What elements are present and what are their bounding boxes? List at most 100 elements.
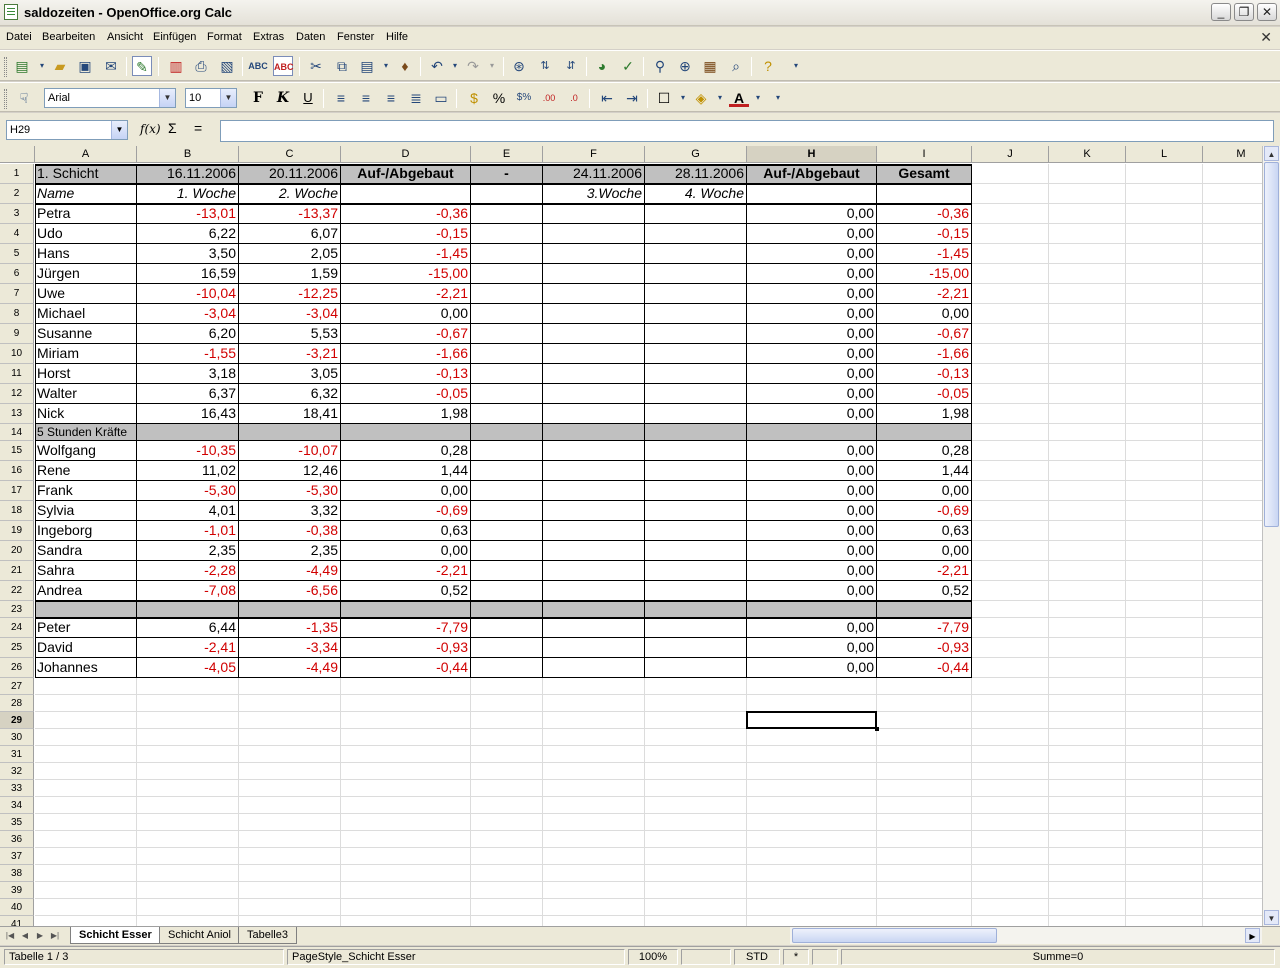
row-header-24[interactable]: 24 <box>0 618 34 638</box>
week2-cell[interactable]: -12,25 <box>239 284 340 303</box>
column-header-e[interactable]: E <box>471 146 543 163</box>
total-cell[interactable]: -0,36 <box>877 204 971 223</box>
subheader-cell[interactable]: 3.Woche <box>543 184 644 203</box>
redo-dropdown-icon[interactable]: ▾ <box>482 56 502 76</box>
week1-cell[interactable]: 6,20 <box>137 324 238 343</box>
balance2-cell[interactable]: 0,00 <box>747 384 876 403</box>
column-header-l[interactable]: L <box>1126 146 1203 163</box>
name-box[interactable]: H29 ▼ <box>6 120 128 140</box>
week1-cell[interactable]: -13,01 <box>137 204 238 223</box>
menu-extras[interactable]: Extras <box>253 31 284 43</box>
balance-cell[interactable]: 0,63 <box>341 521 470 540</box>
column-header-f[interactable]: F <box>543 146 645 163</box>
balance2-cell[interactable]: 0,00 <box>747 264 876 283</box>
close-button[interactable]: ✕ <box>1257 3 1277 21</box>
row-header-33[interactable]: 33 <box>0 780 34 797</box>
total-cell[interactable]: -15,00 <box>877 264 971 283</box>
name-cell[interactable]: Sahra <box>35 561 136 580</box>
chevron-down-icon[interactable]: ▼ <box>111 121 127 139</box>
balance-cell[interactable]: -1,66 <box>341 344 470 363</box>
name-cell[interactable]: Johannes <box>35 658 136 677</box>
week2-cell[interactable]: -5,30 <box>239 481 340 500</box>
balance-cell[interactable]: 1,44 <box>341 461 470 480</box>
row-header-23[interactable]: 23 <box>0 601 34 618</box>
new-dropdown-icon[interactable]: ▾ <box>32 56 52 76</box>
row-header-14[interactable]: 14 <box>0 424 34 441</box>
week1-cell[interactable]: 11,02 <box>137 461 238 480</box>
row-header-30[interactable]: 30 <box>0 729 34 746</box>
vertical-scrollbar[interactable]: ▲ ▼ <box>1262 146 1280 926</box>
menu-daten[interactable]: Daten <box>296 31 325 43</box>
column-header-i[interactable]: I <box>877 146 972 163</box>
balance-cell[interactable]: 0,52 <box>341 581 470 600</box>
total-cell[interactable]: -0,15 <box>877 224 971 243</box>
row-header-27[interactable]: 27 <box>0 678 34 695</box>
week1-cell[interactable]: 3,18 <box>137 364 238 383</box>
align-center-icon[interactable]: ≡ <box>356 88 376 108</box>
menu-einfuegen[interactable]: Einfügen <box>153 31 196 43</box>
merge-cells-icon[interactable]: ▭ <box>431 88 451 108</box>
subheader-cell[interactable]: 2. Woche <box>239 184 340 203</box>
name-cell[interactable]: Jürgen <box>35 264 136 283</box>
column-header-d[interactable]: D <box>341 146 471 163</box>
draw-functions-icon[interactable]: ✓ <box>618 56 638 76</box>
header-cell[interactable]: Auf-/Abgebaut <box>747 164 876 183</box>
name-cell[interactable]: Ingeborg <box>35 521 136 540</box>
name-cell[interactable]: Michael <box>35 304 136 323</box>
hyperlink-icon[interactable]: ⊛ <box>509 56 529 76</box>
minimize-button[interactable]: _ <box>1211 3 1231 21</box>
balance2-cell[interactable]: 0,00 <box>747 461 876 480</box>
balance-cell[interactable]: 0,00 <box>341 481 470 500</box>
group-label-cell[interactable]: 5 Stunden Kräfte <box>35 424 335 440</box>
row-header-38[interactable]: 38 <box>0 865 34 882</box>
balance2-cell[interactable]: 0,00 <box>747 638 876 657</box>
balance2-cell[interactable]: 0,00 <box>747 344 876 363</box>
balance2-cell[interactable]: 0,00 <box>747 501 876 520</box>
cut-icon[interactable]: ✂ <box>306 56 326 76</box>
print-icon[interactable]: ⎙ <box>191 56 211 76</box>
row-header-20[interactable]: 20 <box>0 541 34 561</box>
week2-cell[interactable]: 3,05 <box>239 364 340 383</box>
week2-cell[interactable]: -0,38 <box>239 521 340 540</box>
row-header-28[interactable]: 28 <box>0 695 34 712</box>
new-document-icon[interactable]: ▤ <box>12 56 32 76</box>
row-header-5[interactable]: 5 <box>0 244 34 264</box>
week2-cell[interactable]: -13,37 <box>239 204 340 223</box>
clone-formatting-icon[interactable]: ♦ <box>395 56 415 76</box>
background-dropdown-icon[interactable]: ▾ <box>710 88 730 108</box>
week2-cell[interactable]: -4,49 <box>239 658 340 677</box>
header-cell[interactable]: 24.11.2006 <box>543 164 644 183</box>
week2-cell[interactable]: 2,35 <box>239 541 340 560</box>
save-icon[interactable]: ▣ <box>75 56 95 76</box>
chevron-down-icon[interactable]: ▼ <box>159 89 175 107</box>
align-left-icon[interactable]: ≡ <box>331 88 351 108</box>
close-document-icon[interactable]: ✕ <box>1260 29 1272 46</box>
email-icon[interactable]: ✉ <box>101 56 121 76</box>
week2-cell[interactable]: -10,07 <box>239 441 340 460</box>
week1-cell[interactable]: -1,55 <box>137 344 238 363</box>
week1-cell[interactable]: 6,37 <box>137 384 238 403</box>
balance2-cell[interactable]: 0,00 <box>747 581 876 600</box>
auto-spellcheck-icon[interactable]: ABC <box>273 56 294 76</box>
row-header-8[interactable]: 8 <box>0 304 34 324</box>
navigator-icon[interactable]: ⊕ <box>675 56 695 76</box>
balance-cell[interactable]: -0,05 <box>341 384 470 403</box>
week2-cell[interactable]: 6,32 <box>239 384 340 403</box>
row-header-41[interactable]: 41 <box>0 916 34 926</box>
sort-descending-icon[interactable]: ⇵ <box>561 56 581 76</box>
tab-tabelle3[interactable]: Tabelle3 <box>238 927 297 944</box>
total-cell[interactable]: -0,13 <box>877 364 971 383</box>
scroll-up-icon[interactable]: ▲ <box>1264 146 1279 161</box>
subheader-cell[interactable]: 1. Woche <box>137 184 238 203</box>
justify-icon[interactable]: ≣ <box>406 88 426 108</box>
menu-bearbeiten[interactable]: Bearbeiten <box>42 31 95 43</box>
column-header-k[interactable]: K <box>1049 146 1126 163</box>
row-header-21[interactable]: 21 <box>0 561 34 581</box>
total-cell[interactable]: -0,93 <box>877 638 971 657</box>
week1-cell[interactable]: -10,35 <box>137 441 238 460</box>
sum-icon[interactable]: Σ <box>168 120 177 136</box>
week1-cell[interactable]: -7,08 <box>137 581 238 600</box>
name-cell[interactable]: Nick <box>35 404 136 423</box>
toolbar-overflow-icon[interactable]: ▾ <box>786 56 806 76</box>
total-cell[interactable]: -1,45 <box>877 244 971 263</box>
